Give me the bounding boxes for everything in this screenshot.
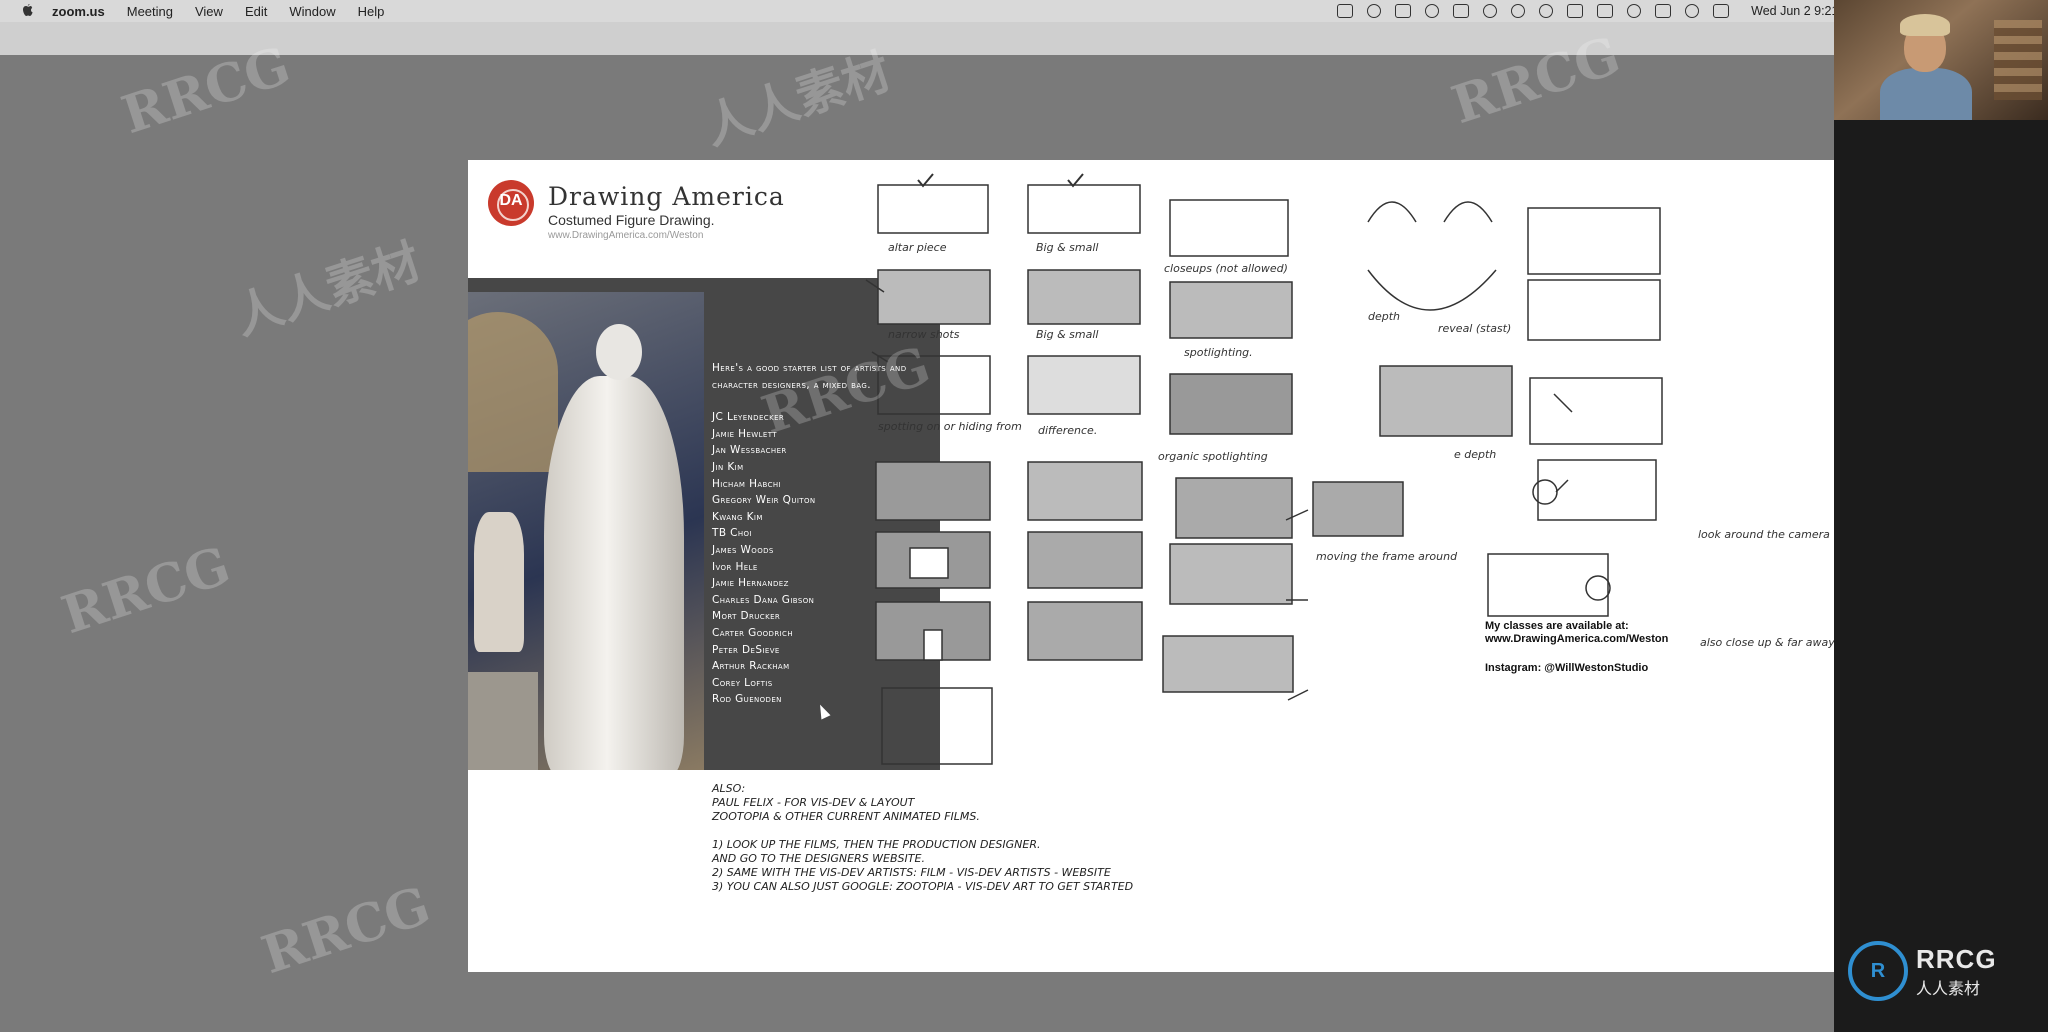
notes-line: Paul Felix - for vis-dev & layout [712, 796, 915, 809]
menu-window[interactable]: Window [289, 4, 335, 19]
menu-meeting[interactable]: Meeting [127, 4, 173, 19]
participant-hair [1900, 14, 1950, 36]
zoom-share-toolbar [0, 22, 1834, 55]
sketch-thumb [881, 687, 993, 765]
sketch-thumb [1537, 459, 1657, 521]
battery-icon[interactable] [1597, 4, 1614, 18]
rrcg-logo-name: RRCG [1916, 943, 1997, 974]
sketch-thumb [1027, 184, 1141, 234]
volume-icon[interactable] [1483, 4, 1498, 18]
menu-edit[interactable]: Edit [245, 4, 267, 19]
circle-b-icon [1585, 575, 1611, 601]
spotlight-icon[interactable] [1685, 4, 1700, 18]
notes-step: 2) Same with the vis-dev artists: film -… [712, 866, 1111, 879]
sketch-thumb [877, 184, 989, 234]
sketch-thumb [1529, 377, 1663, 445]
brand-subtitle: Costumed Figure Drawing. [548, 212, 715, 228]
participant-torso [1880, 68, 1972, 120]
sketch-thumb [1027, 461, 1143, 521]
macos-menu-bar: zoom.us Meeting View Edit Window Help We… [0, 0, 2048, 22]
sketch-thumb [1169, 373, 1293, 435]
sync-icon[interactable] [1367, 4, 1382, 18]
contact-url: www.DrawingAmerica.com/Weston [1485, 633, 1669, 645]
thumbnail-sketches: altar piece Big & small narrow shots Big… [865, 173, 1834, 765]
sketch-thumb [1312, 481, 1404, 537]
statue-head [596, 324, 642, 380]
wifi-icon[interactable] [1511, 4, 1526, 18]
sketch-thumb [877, 269, 991, 325]
time-machine-icon[interactable] [1627, 4, 1642, 18]
sketch-thumb [1169, 543, 1293, 605]
sketch-label: e depth [1454, 448, 1496, 461]
shared-slide: DA Drawing America Costumed Figure Drawi… [468, 160, 1834, 972]
bluetooth-icon[interactable] [1567, 4, 1584, 18]
sketch-thumb [875, 461, 991, 521]
sketch-thumb [1487, 553, 1609, 617]
notes-line: Zootopia & other current animated films. [712, 810, 980, 823]
sketch-thumb [877, 355, 991, 415]
sketch-label: narrow shots [888, 328, 960, 341]
brand-header: DA Drawing America Costumed Figure Drawi… [488, 180, 785, 241]
sketch-label: look around the camera [1698, 528, 1830, 541]
sketch-thumb [1175, 477, 1293, 539]
sketch-thumb [1027, 601, 1143, 661]
video-gallery [1834, 0, 2048, 1032]
sketch-label: organic spotlighting [1158, 450, 1268, 463]
shield-icon[interactable] [1453, 4, 1470, 18]
bookshelf [1994, 20, 2042, 100]
statue-body [544, 376, 684, 770]
small-statue [474, 512, 524, 652]
user-icon[interactable] [1539, 4, 1554, 18]
pedestal [468, 672, 538, 770]
sketch-thumb [1169, 281, 1293, 339]
brand-title: Drawing America [548, 182, 785, 211]
menu-app-zoom[interactable]: zoom.us [52, 4, 105, 19]
sketch-label: spotting on or hiding from [878, 420, 1022, 433]
notes-step: and go to the designers website. [712, 852, 925, 865]
sketch-label: spotlighting. [1184, 346, 1253, 359]
menu-view[interactable]: View [195, 4, 223, 19]
rrcg-logo-icon: R [1848, 941, 1908, 1001]
arch [468, 312, 558, 472]
participant-video[interactable] [1834, 0, 2048, 120]
apple-icon[interactable] [20, 3, 36, 19]
drawing-america-seal-icon: DA [488, 180, 534, 226]
rrcg-logo: R RRCG 人人素材 [1848, 936, 2038, 1006]
sketch-label: altar piece [888, 241, 947, 254]
dropbox-icon[interactable] [1337, 4, 1354, 18]
sketch-label: moving the frame around [1316, 550, 1458, 563]
sketch-thumb [1527, 207, 1661, 275]
notes-also: Also: [712, 782, 746, 795]
sketch-label: depth [1368, 310, 1400, 323]
screen-share-icon[interactable] [1395, 4, 1412, 18]
rrcg-logo-sub: 人人素材 [1916, 980, 1981, 998]
contact-line: My classes are available at: [1485, 620, 1629, 632]
sketch-label: closeups (not allowed) [1164, 262, 1288, 275]
sketch-label: difference. [1038, 424, 1097, 437]
sketch-thumb [1527, 279, 1661, 341]
sketch-thumb [1027, 531, 1143, 589]
resource-notes: Also: Paul Felix - for vis-dev & layout … [712, 782, 1272, 894]
sketch-thumb [1027, 269, 1141, 325]
sketch-label: reveal (stast) [1438, 322, 1511, 335]
notes-step: 1) Look up the films, then the productio… [712, 838, 1041, 851]
eject-icon[interactable] [1655, 4, 1672, 18]
menu-help[interactable]: Help [358, 4, 385, 19]
circle-a-icon [1532, 479, 1558, 505]
brand-url: www.DrawingAmerica.com/Weston [548, 230, 704, 241]
contact-info: My classes are available at: www.Drawing… [1485, 620, 1725, 675]
sketch-thumb [1169, 199, 1289, 257]
contact-instagram: Instagram: @WillWestonStudio [1485, 662, 1649, 674]
sketch-label: Big & small [1036, 328, 1098, 341]
sketch-thumb [1162, 635, 1294, 693]
statue-photo [468, 292, 704, 770]
control-center-icon[interactable] [1713, 4, 1730, 18]
sketch-thumb [1379, 365, 1513, 437]
sketch-label: Big & small [1036, 241, 1098, 254]
status-menu-extras: Wed Jun 2 9:21 AM [1337, 0, 1860, 22]
notes-step: 3) You can also just google: Zootopia - … [712, 880, 1134, 893]
sketch-thumb [1027, 355, 1141, 415]
search-status-icon[interactable] [1425, 4, 1440, 18]
